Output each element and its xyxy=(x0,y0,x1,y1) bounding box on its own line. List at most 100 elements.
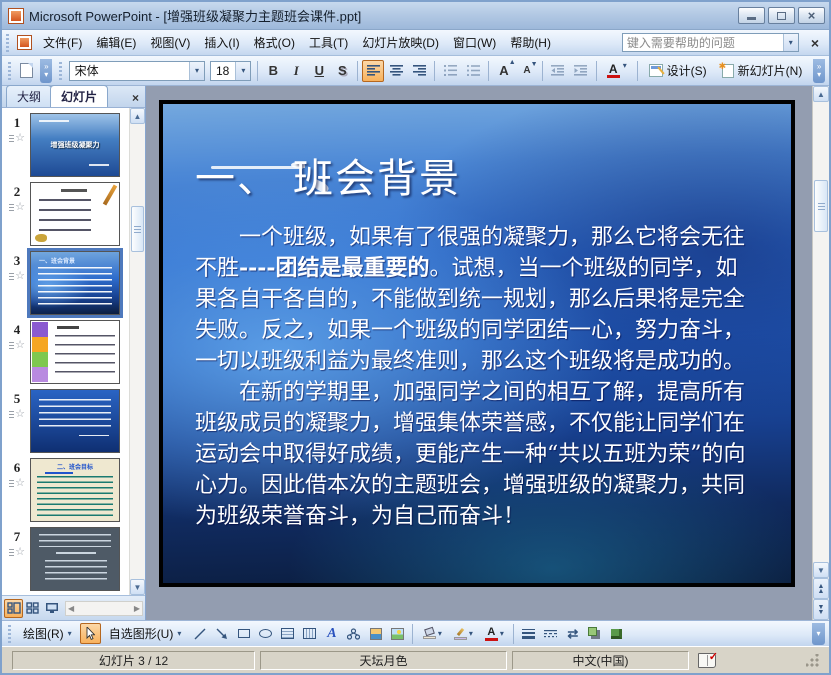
triangle-right-icon[interactable]: ▶ xyxy=(134,604,140,613)
slide-body-textbox[interactable]: 一个班级，如果有了很强的凝聚力，那么它将会无往不胜----团结是最重要的。试想，… xyxy=(195,222,747,532)
menu-edit[interactable]: 编辑(E) xyxy=(89,30,143,55)
triangle-left-icon[interactable]: ◀ xyxy=(68,604,74,613)
numbered-list-button[interactable] xyxy=(439,60,461,82)
menu-format[interactable]: 格式(O) xyxy=(247,30,302,55)
chevron-down-icon[interactable]: ▾ xyxy=(500,629,504,638)
slide-thumbnail[interactable] xyxy=(30,182,120,246)
font-color-button[interactable]: A ▾ xyxy=(601,60,633,82)
normal-view-button[interactable] xyxy=(4,598,23,618)
vertical-text-box-button[interactable] xyxy=(299,623,320,644)
tab-slides[interactable]: 幻灯片 xyxy=(50,85,109,107)
fill-color-button[interactable]: ▾ xyxy=(417,623,447,644)
line-tool-button[interactable] xyxy=(189,623,210,644)
slideshow-view-button[interactable] xyxy=(42,599,61,618)
pane-scroll-thumb[interactable] xyxy=(131,206,144,252)
autoshapes-menu-button[interactable]: 自选图形(U) ▾ xyxy=(102,623,189,645)
slide-thumbnail-item[interactable]: 1 ☆ 增强班级凝聚力 xyxy=(4,113,127,177)
oval-tool-button[interactable] xyxy=(255,623,276,644)
font-size-combo[interactable]: 18 ▾ xyxy=(210,60,252,81)
align-center-button[interactable] xyxy=(385,60,407,82)
toolbar-grip[interactable] xyxy=(5,33,10,52)
slide-workspace[interactable]: 一、 班会背景 一个班级，如果有了很强的凝聚力，那么它将会无往不胜----团结是… xyxy=(146,86,812,620)
draw-menu-button[interactable]: 绘图(R) ▾ xyxy=(16,623,79,645)
align-left-button[interactable] xyxy=(362,59,385,82)
scroll-up-button[interactable]: ▲ xyxy=(130,108,145,124)
3d-style-button[interactable] xyxy=(606,623,627,644)
slide-thumbnail-item[interactable]: 3 ☆ 一、班会背景 xyxy=(4,248,127,318)
line-style-button[interactable] xyxy=(518,623,539,644)
menu-view[interactable]: 视图(V) xyxy=(143,30,197,55)
menu-insert[interactable]: 插入(I) xyxy=(197,30,246,55)
menu-slideshow[interactable]: 幻灯片放映(D) xyxy=(355,30,446,55)
align-right-button[interactable] xyxy=(408,60,430,82)
text-box-button[interactable] xyxy=(277,623,298,644)
chevron-down-icon[interactable]: ▾ xyxy=(438,629,442,638)
font-name-combo[interactable]: 宋体 ▾ xyxy=(68,60,205,81)
slide-thumbnail-item[interactable]: 6 ☆ 二、班会目标 xyxy=(4,458,127,522)
toolbar-grip[interactable] xyxy=(58,61,63,80)
bullet-list-button[interactable] xyxy=(462,60,484,82)
dash-style-button[interactable] xyxy=(540,623,561,644)
line-color-button[interactable]: ▾ xyxy=(448,623,478,644)
toolbar-options-button[interactable]: » ▾ xyxy=(40,58,53,83)
chevron-down-icon[interactable]: ▾ xyxy=(623,61,627,81)
pane-scroll-track[interactable] xyxy=(130,124,145,579)
slide-thumbnail-item[interactable]: 4 ☆ xyxy=(4,320,127,384)
increase-font-size-button[interactable]: A ▲ xyxy=(493,59,515,82)
menu-file[interactable]: 文件(F) xyxy=(36,30,89,55)
restore-button[interactable] xyxy=(768,7,795,24)
bold-button[interactable]: B xyxy=(262,60,284,82)
slide-canvas[interactable]: 一、 班会背景 一个班级，如果有了很强的凝聚力，那么它将会无往不胜----团结是… xyxy=(159,100,795,587)
decrease-font-size-button[interactable]: A ▼ xyxy=(516,60,538,82)
increase-indent-button[interactable] xyxy=(570,60,592,82)
slide-thumbnail-item[interactable]: 5 ☆ xyxy=(4,389,127,453)
toolbar-overflow-button[interactable]: » ▾ xyxy=(813,58,825,83)
slide-thumbnail[interactable]: 二、班会目标 xyxy=(30,458,120,522)
font-size-dropdown[interactable]: ▾ xyxy=(235,61,251,80)
close-button[interactable]: × xyxy=(798,7,825,24)
diagram-button[interactable] xyxy=(343,623,364,644)
slide-thumbnail-item[interactable]: 2 ☆ xyxy=(4,182,127,246)
new-presentation-button[interactable] xyxy=(15,60,37,82)
decrease-indent-button[interactable] xyxy=(547,60,569,82)
menu-tools[interactable]: 工具(T) xyxy=(302,30,355,55)
main-scrollbar[interactable]: ▲ ▼ ▲ ▲ ▼ ▼ xyxy=(812,86,829,620)
design-template-name[interactable]: 天坛月色 xyxy=(260,650,507,670)
shadow-style-button[interactable] xyxy=(584,623,605,644)
tab-outline[interactable]: 大纲 xyxy=(6,85,53,107)
language-indicator[interactable]: 中文(中国) xyxy=(512,650,689,670)
scroll-down-button[interactable]: ▼ xyxy=(130,579,145,595)
slide-thumbnail[interactable] xyxy=(30,527,120,591)
help-question-input[interactable] xyxy=(622,35,783,50)
slide-design-button[interactable]: 设计(S) xyxy=(642,60,714,82)
slide-thumbnail[interactable]: 一、班会背景 xyxy=(30,251,120,315)
main-scroll-track[interactable] xyxy=(813,102,829,562)
minimize-button[interactable] xyxy=(738,7,765,24)
insert-picture-button[interactable] xyxy=(387,623,408,644)
pane-close-button[interactable]: × xyxy=(128,91,143,107)
underline-button[interactable]: U xyxy=(308,60,330,82)
slide-title-textbox[interactable]: 一、 班会背景 xyxy=(195,146,461,204)
toolbar-grip[interactable] xyxy=(7,624,12,643)
select-objects-button[interactable] xyxy=(79,623,101,644)
help-dropdown-button[interactable]: ▾ xyxy=(782,34,798,51)
menu-app-icon[interactable] xyxy=(17,35,32,50)
rectangle-tool-button[interactable] xyxy=(233,623,254,644)
arrow-style-button[interactable]: ⇄ xyxy=(562,623,583,644)
slide-thumbnail-item[interactable]: 7 ☆ xyxy=(4,527,127,591)
toolbar-overflow-button[interactable]: ▾ xyxy=(812,622,825,645)
font-name-dropdown[interactable]: ▾ xyxy=(189,61,204,80)
slide-thumbnail[interactable]: 增强班级凝聚力 xyxy=(30,113,120,177)
slide-sorter-view-button[interactable] xyxy=(23,599,42,618)
chevron-down-icon[interactable]: ▾ xyxy=(469,629,473,638)
clip-art-button[interactable] xyxy=(365,623,386,644)
pane-scrollbar[interactable]: ▲ ▼ xyxy=(129,108,145,595)
new-slide-button[interactable]: ✱ 新幻灯片(N) xyxy=(715,60,810,82)
text-shadow-button[interactable]: S xyxy=(331,60,353,82)
pane-horizontal-scrollbar[interactable]: ◀ ▶ xyxy=(65,600,143,616)
wordart-button[interactable]: A xyxy=(321,623,342,644)
document-close-button[interactable]: × xyxy=(805,33,825,53)
resize-grip-icon[interactable] xyxy=(806,653,819,667)
menu-window[interactable]: 窗口(W) xyxy=(446,30,503,55)
slide-thumbnail[interactable] xyxy=(30,320,120,384)
